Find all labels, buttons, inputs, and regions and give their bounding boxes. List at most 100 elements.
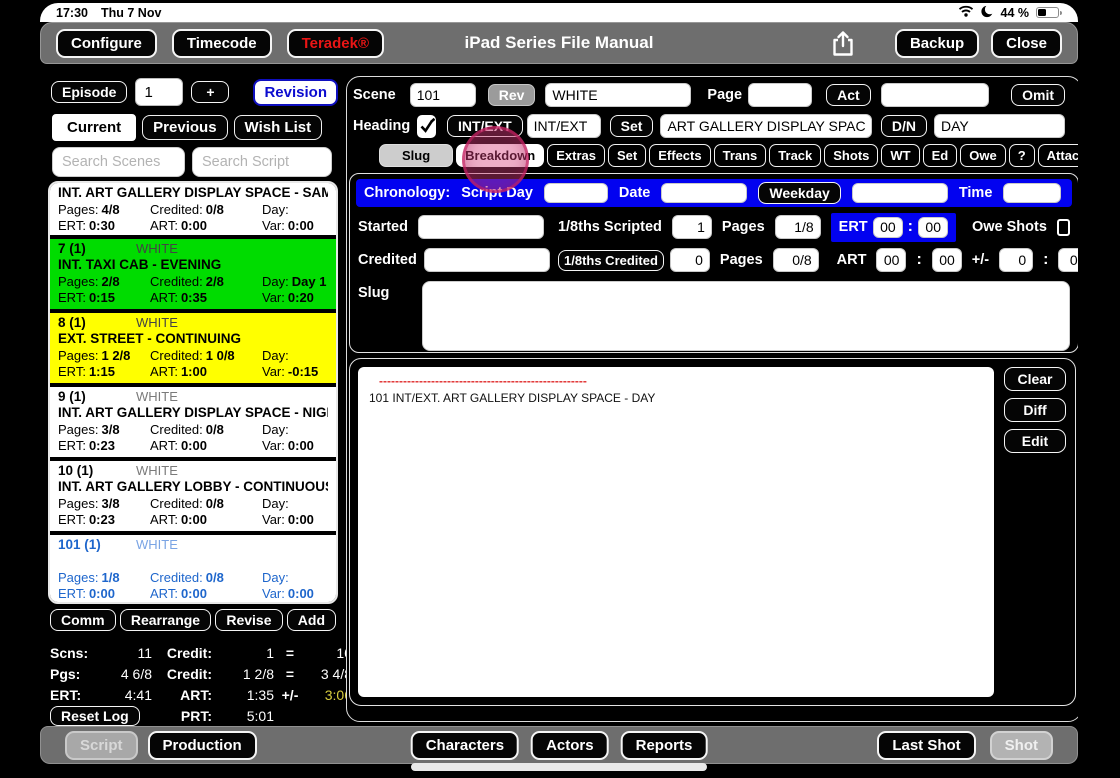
scene-detail-panel: Scene Rev Page Act Omit Heading INT/EXT … <box>346 76 1078 722</box>
tab-extras[interactable]: Extras <box>547 144 605 167</box>
scene-list[interactable]: INT. ART GALLERY DISPLAY SPACE - SAME...… <box>48 181 338 604</box>
episode-button[interactable]: Episode <box>51 81 127 103</box>
tab-wish-list[interactable]: Wish List <box>234 115 323 140</box>
variance-minutes-input[interactable] <box>1058 248 1078 272</box>
script-day-input[interactable] <box>544 183 608 203</box>
set-button[interactable]: Set <box>610 115 654 137</box>
tab-ed[interactable]: Ed <box>923 144 958 167</box>
pages-credited-input[interactable] <box>773 248 819 272</box>
tab-set[interactable]: Set <box>608 144 646 167</box>
tab-wt[interactable]: WT <box>881 144 919 167</box>
plus-minus-label: +/- <box>972 252 989 268</box>
act-button[interactable]: Act <box>826 84 871 106</box>
heading-checkbox[interactable] <box>417 115 436 138</box>
add-button[interactable]: Add <box>287 609 336 631</box>
page-label: Page <box>707 87 742 103</box>
ert-minutes-input[interactable] <box>918 217 948 238</box>
tab-question[interactable]: ? <box>1009 144 1035 167</box>
close-button[interactable]: Close <box>991 29 1062 58</box>
credited-row: Credited 1/8ths Credited Pages ART : +/-… <box>358 247 1070 273</box>
search-script-input[interactable] <box>192 147 332 177</box>
tab-track[interactable]: Track <box>769 144 821 167</box>
weekday-input[interactable] <box>852 183 948 203</box>
owe-shots-checkbox[interactable] <box>1057 219 1070 236</box>
tab-trans[interactable]: Trans <box>714 144 767 167</box>
teradek-button[interactable]: Teradek® <box>287 29 384 58</box>
search-scenes-input[interactable] <box>52 147 185 177</box>
tab-breakdown[interactable]: Breakdown <box>456 144 544 167</box>
scene-item-9[interactable]: 9 (1)WHITE INT. ART GALLERY DISPLAY SPAC… <box>50 387 336 457</box>
episode-number-input[interactable] <box>135 78 183 106</box>
scene-number-input[interactable] <box>410 83 476 107</box>
timecode-button[interactable]: Timecode <box>172 29 272 58</box>
act-input[interactable] <box>881 83 989 107</box>
reports-button[interactable]: Reports <box>621 731 708 760</box>
edit-button[interactable]: Edit <box>1004 429 1066 453</box>
date: Thu 7 Nov <box>101 6 161 20</box>
day-night-input[interactable] <box>934 114 1065 138</box>
home-indicator[interactable] <box>411 763 707 771</box>
tab-previous[interactable]: Previous <box>142 115 227 140</box>
tab-current[interactable]: Current <box>52 114 136 141</box>
rev-button[interactable]: Rev <box>488 84 536 106</box>
characters-button[interactable]: Characters <box>411 731 519 760</box>
eighths-credited-input[interactable] <box>670 248 710 272</box>
tab-effects[interactable]: Effects <box>649 144 710 167</box>
actors-button[interactable]: Actors <box>531 731 609 760</box>
shot-button[interactable]: Shot <box>990 731 1053 760</box>
revision-color-label: WHITE <box>136 389 178 404</box>
tab-owe[interactable]: Owe <box>960 144 1005 167</box>
ert-hours-input[interactable] <box>873 217 903 238</box>
started-input[interactable] <box>418 215 544 239</box>
int-ext-input[interactable] <box>527 114 601 138</box>
clear-button[interactable]: Clear <box>1004 367 1066 391</box>
eighths-scripted-label: 1/8ths Scripted <box>558 219 662 235</box>
comm-button[interactable]: Comm <box>50 609 116 631</box>
int-ext-button[interactable]: INT/EXT <box>447 115 523 137</box>
scene-item-7[interactable]: 7 (1)WHITE INT. TAXI CAB - EVENING Pages… <box>50 239 336 309</box>
reset-log-button[interactable]: Reset Log <box>50 706 140 726</box>
revision-button[interactable]: Revision <box>253 79 338 106</box>
scene-view-tabs: Current Previous Wish List <box>52 114 339 141</box>
slug-textarea[interactable] <box>422 281 1070 351</box>
backup-button[interactable]: Backup <box>895 29 979 58</box>
script-section: ----------------------------------------… <box>349 358 1076 706</box>
top-toolbar: Configure Timecode Teradek® iPad Series … <box>40 22 1078 64</box>
revision-color-input[interactable] <box>545 83 691 107</box>
scene-item-10[interactable]: 10 (1)WHITE INT. ART GALLERY LOBBY - CON… <box>50 461 336 531</box>
art-hours-input[interactable] <box>876 248 906 272</box>
rearrange-button[interactable]: Rearrange <box>120 609 211 631</box>
script-text-area[interactable]: ----------------------------------------… <box>358 367 994 697</box>
date-label: Date <box>619 185 650 201</box>
eighths-scripted-input[interactable] <box>672 215 712 239</box>
script-day-label: Script Day <box>461 185 533 201</box>
variance-hours-input[interactable] <box>999 248 1033 272</box>
date-input[interactable] <box>661 183 747 203</box>
weekday-button[interactable]: Weekday <box>758 182 840 204</box>
time-input[interactable] <box>1003 183 1061 203</box>
configure-button[interactable]: Configure <box>56 29 157 58</box>
scene-item-8[interactable]: 8 (1)WHITE EXT. STREET - CONTINUING Page… <box>50 313 336 383</box>
pages-scripted-input[interactable] <box>775 215 821 239</box>
page-input[interactable] <box>748 83 812 107</box>
tab-slug[interactable]: Slug <box>379 144 453 167</box>
scene-item-6[interactable]: INT. ART GALLERY DISPLAY SPACE - SAME...… <box>50 183 336 235</box>
scene-item-101[interactable]: 101 (1)WHITE Pages:1/8Credited:0/8Day: E… <box>50 535 336 604</box>
share-icon[interactable] <box>831 29 855 57</box>
art-minutes-input[interactable] <box>932 248 962 272</box>
production-button[interactable]: Production <box>148 731 257 760</box>
ert-label: ERT <box>839 219 868 235</box>
add-episode-button[interactable]: + <box>191 81 229 103</box>
day-night-button[interactable]: D/N <box>881 115 927 137</box>
credited-input[interactable] <box>424 248 550 272</box>
script-button[interactable]: Script <box>65 731 138 760</box>
tab-shots[interactable]: Shots <box>824 144 878 167</box>
credited-label: Credited <box>358 252 414 268</box>
diff-button[interactable]: Diff <box>1004 398 1066 422</box>
set-input[interactable] <box>660 114 871 138</box>
last-shot-button[interactable]: Last Shot <box>877 731 975 760</box>
tab-attachments[interactable]: Attachments <box>1038 144 1078 167</box>
eighths-credited-button[interactable]: 1/8ths Credited <box>558 250 664 271</box>
revise-button[interactable]: Revise <box>215 609 282 631</box>
omit-button[interactable]: Omit <box>1011 84 1065 106</box>
